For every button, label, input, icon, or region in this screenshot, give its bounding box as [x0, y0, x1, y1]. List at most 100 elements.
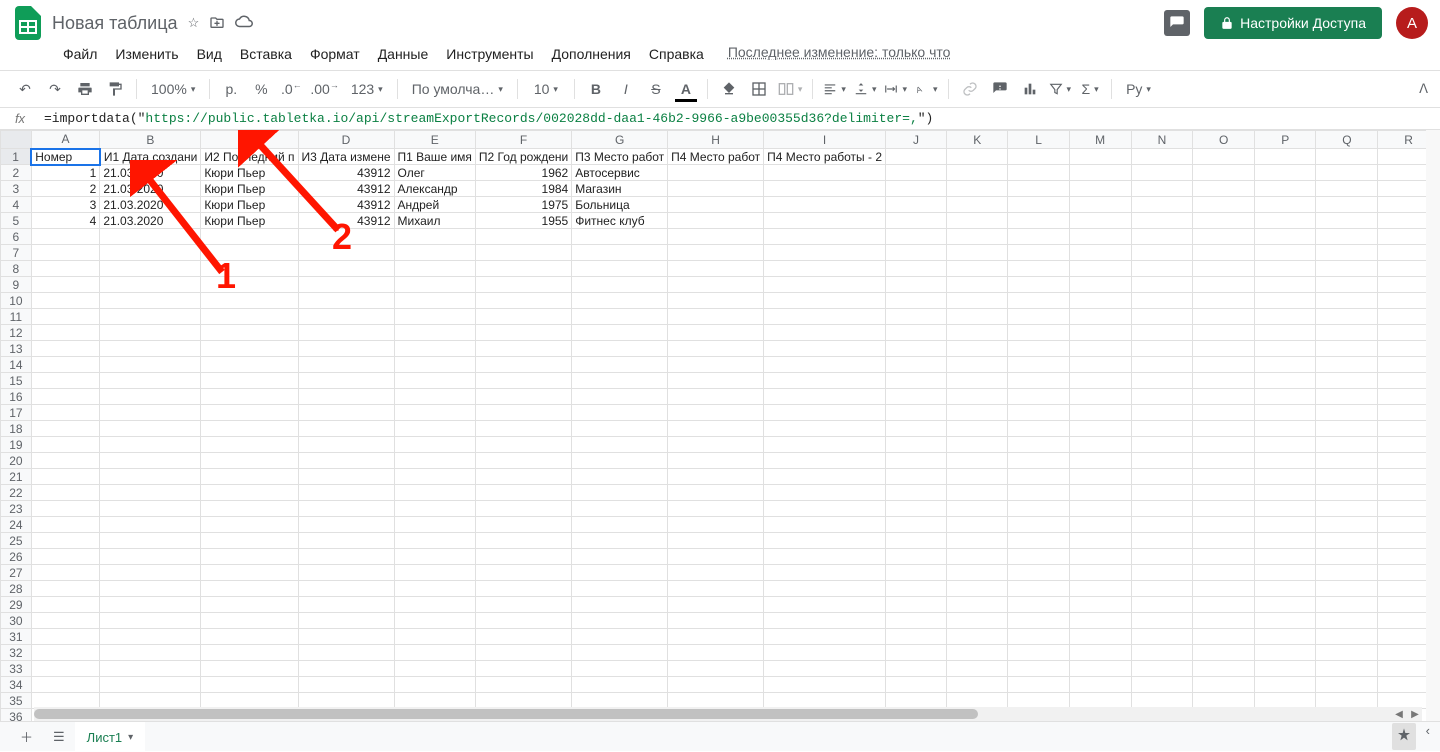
cell[interactable]: [100, 341, 201, 357]
cell[interactable]: [1316, 549, 1378, 565]
cell[interactable]: [572, 533, 668, 549]
cell[interactable]: 3: [31, 197, 100, 213]
cell[interactable]: [298, 485, 394, 501]
row-header[interactable]: 3: [1, 181, 32, 197]
cell[interactable]: [298, 293, 394, 309]
cell[interactable]: [1316, 437, 1378, 453]
cell[interactable]: [394, 405, 475, 421]
cell[interactable]: [1255, 501, 1316, 517]
cell[interactable]: [1069, 517, 1131, 533]
cell[interactable]: [1008, 325, 1069, 341]
cell[interactable]: [31, 581, 100, 597]
collapse-toolbar-icon[interactable]: ᐱ: [1419, 81, 1428, 97]
cell[interactable]: [1255, 453, 1316, 469]
cell[interactable]: [201, 453, 298, 469]
cell[interactable]: [1008, 277, 1069, 293]
menu-insert[interactable]: Вставка: [232, 44, 300, 64]
cell[interactable]: [1069, 357, 1131, 373]
cell[interactable]: [886, 357, 947, 373]
spreadsheet-grid[interactable]: ABCDEFGHIJKLMNOPQR1НомерИ1 Дата созданиИ…: [0, 130, 1440, 738]
cell[interactable]: [201, 661, 298, 677]
cell[interactable]: [1255, 405, 1316, 421]
decrease-decimal-button[interactable]: .0←: [278, 76, 304, 102]
cell[interactable]: [1193, 213, 1255, 229]
menu-edit[interactable]: Изменить: [107, 44, 186, 64]
row-header[interactable]: 9: [1, 277, 32, 293]
cell[interactable]: [947, 517, 1008, 533]
cell[interactable]: [764, 165, 886, 181]
cell[interactable]: [1069, 469, 1131, 485]
cell[interactable]: [1131, 501, 1193, 517]
link-button[interactable]: [957, 76, 983, 102]
cell[interactable]: [886, 533, 947, 549]
cell[interactable]: [394, 677, 475, 693]
cell[interactable]: [1255, 645, 1316, 661]
cell[interactable]: [764, 485, 886, 501]
cell[interactable]: [298, 565, 394, 581]
move-icon[interactable]: [209, 14, 225, 33]
cell[interactable]: [1008, 149, 1069, 165]
cell[interactable]: [764, 373, 886, 389]
cell[interactable]: [668, 165, 764, 181]
cell[interactable]: [1008, 293, 1069, 309]
cell[interactable]: [947, 549, 1008, 565]
cell[interactable]: [475, 229, 571, 245]
row-header[interactable]: 20: [1, 453, 32, 469]
cell[interactable]: [1069, 405, 1131, 421]
cell[interactable]: [475, 565, 571, 581]
cell[interactable]: [764, 293, 886, 309]
cell[interactable]: [764, 389, 886, 405]
cell[interactable]: [572, 677, 668, 693]
cell[interactable]: [1008, 373, 1069, 389]
cell[interactable]: 2: [31, 181, 100, 197]
cell[interactable]: [886, 277, 947, 293]
cell[interactable]: [764, 645, 886, 661]
cell[interactable]: [1316, 405, 1378, 421]
font-size-select[interactable]: 10: [526, 76, 566, 102]
cell[interactable]: [1131, 597, 1193, 613]
side-panel-toggle-icon[interactable]: ‹: [1426, 723, 1430, 750]
cell[interactable]: [572, 597, 668, 613]
cell[interactable]: [1255, 293, 1316, 309]
cell[interactable]: [298, 341, 394, 357]
cell[interactable]: [1131, 485, 1193, 501]
cell[interactable]: [764, 549, 886, 565]
comments-icon[interactable]: [1164, 10, 1190, 36]
cell[interactable]: [201, 469, 298, 485]
cell[interactable]: [100, 661, 201, 677]
cell[interactable]: [100, 597, 201, 613]
all-sheets-button[interactable]: ☰: [43, 723, 75, 751]
menu-help[interactable]: Справка: [641, 44, 712, 64]
cell[interactable]: [1069, 165, 1131, 181]
cell[interactable]: [1193, 645, 1255, 661]
cell[interactable]: [1255, 373, 1316, 389]
cell[interactable]: [31, 373, 100, 389]
cell[interactable]: [394, 597, 475, 613]
cell[interactable]: [947, 469, 1008, 485]
cell[interactable]: 1962: [475, 165, 571, 181]
cell[interactable]: [1193, 245, 1255, 261]
col-header[interactable]: I: [764, 131, 886, 149]
cell[interactable]: [100, 485, 201, 501]
cell[interactable]: [1255, 469, 1316, 485]
cell[interactable]: [201, 325, 298, 341]
cell[interactable]: [1316, 677, 1378, 693]
cell[interactable]: [764, 613, 886, 629]
cell[interactable]: [947, 629, 1008, 645]
cell[interactable]: [31, 677, 100, 693]
cell[interactable]: [1131, 277, 1193, 293]
cell[interactable]: [947, 357, 1008, 373]
cell[interactable]: [668, 373, 764, 389]
cell[interactable]: [668, 661, 764, 677]
cell[interactable]: [1008, 517, 1069, 533]
cell[interactable]: [886, 341, 947, 357]
cell[interactable]: [1069, 149, 1131, 165]
cell[interactable]: [572, 261, 668, 277]
cell[interactable]: [475, 373, 571, 389]
cell[interactable]: [572, 661, 668, 677]
cell[interactable]: [1193, 389, 1255, 405]
cell[interactable]: [947, 533, 1008, 549]
cell[interactable]: [1316, 581, 1378, 597]
cell[interactable]: [668, 213, 764, 229]
row-header[interactable]: 8: [1, 261, 32, 277]
